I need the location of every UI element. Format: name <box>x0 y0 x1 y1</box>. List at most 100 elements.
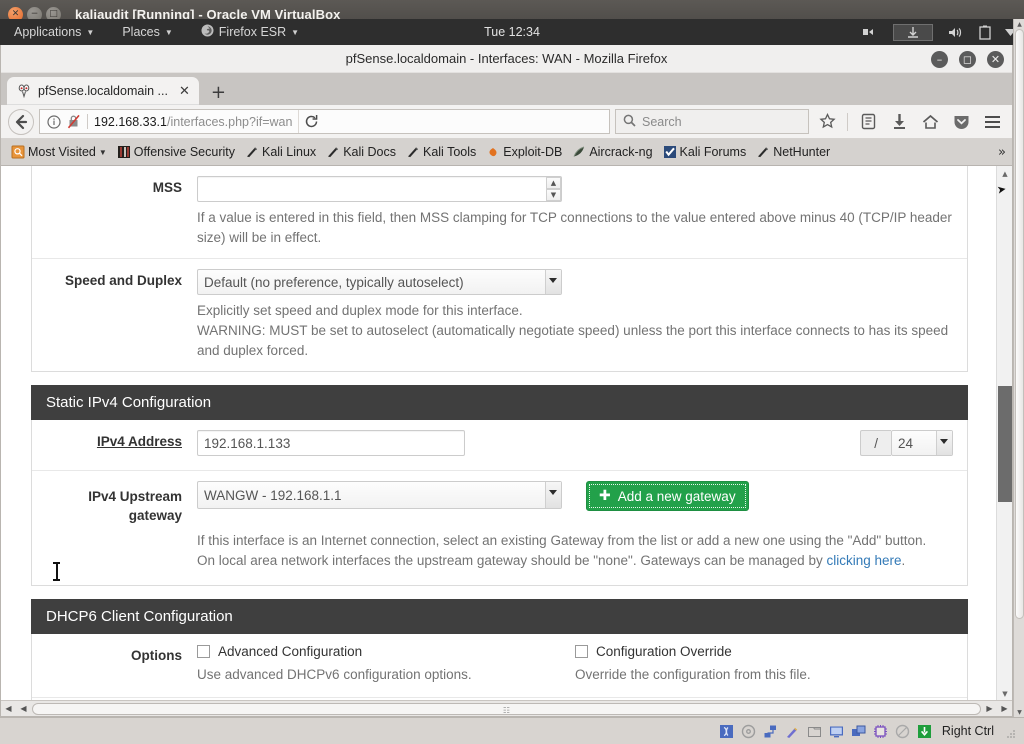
spinner-down-icon[interactable]: ▼ <box>546 189 561 201</box>
exploit-db-icon <box>486 145 500 159</box>
scroll-right-icon[interactable]: ▶ <box>982 702 997 716</box>
bookmark-star-icon[interactable] <box>814 109 840 135</box>
volume-icon[interactable] <box>947 26 965 39</box>
page-scrollbar[interactable]: ▲ ▼ <box>996 166 1012 702</box>
speed-duplex-select[interactable]: Default (no preference, typically autose… <box>197 269 562 295</box>
host-key-icon[interactable] <box>917 723 933 739</box>
offensive-security-icon <box>117 145 131 159</box>
workspace-indicator[interactable] <box>893 23 933 41</box>
gnome-system-tray <box>861 19 1016 45</box>
dhcp6-config-override-help: Override the configuration from this fil… <box>575 667 811 682</box>
plus-icon: ✚ <box>599 488 611 504</box>
battery-icon[interactable] <box>979 25 991 40</box>
search-icon <box>623 114 636 130</box>
bookmark-kali-tools[interactable]: Kali Tools <box>401 139 481 165</box>
toolbar-divider <box>847 112 848 131</box>
kali-forums-icon <box>663 145 677 159</box>
gateways-clicking-here-link[interactable]: clicking here <box>826 553 901 568</box>
dhcp6-advanced-config-checkbox-row[interactable]: Advanced Configuration <box>197 644 575 659</box>
static-ipv4-panel: Static IPv4 Configuration IPv4 Address / <box>31 385 968 586</box>
bookmarks-overflow-button[interactable]: » <box>998 145 1006 160</box>
help-line2-post: . <box>901 553 906 568</box>
firefox-close-button[interactable]: ✕ <box>987 50 1004 68</box>
horizontal-scrollbar-thumb[interactable]: ☷ <box>32 702 981 715</box>
tab-close-icon[interactable]: ✕ <box>179 84 190 99</box>
browser-tab-title: pfSense.localdomain ... <box>38 84 168 98</box>
media-icon[interactable] <box>861 26 879 38</box>
subnet-prefix-addon: / <box>860 430 891 456</box>
spinner-up-icon[interactable]: ▲ <box>546 177 561 189</box>
optical-disk-icon[interactable] <box>741 723 757 739</box>
scroll-right-edge-icon[interactable]: ▶ <box>997 702 1012 716</box>
scrollbar-grip-icon: ☷ <box>502 705 511 715</box>
hamburger-menu-icon[interactable] <box>979 109 1005 135</box>
home-icon[interactable] <box>917 109 943 135</box>
bookmark-aircrack-ng[interactable]: Aircrack-ng <box>567 139 657 165</box>
shared-folder-icon[interactable] <box>807 723 823 739</box>
pocket-icon[interactable] <box>948 109 974 135</box>
checkbox-icon[interactable] <box>197 645 210 658</box>
ipv4-gateway-label-line2: gateway <box>128 508 182 523</box>
bookmark-kali-linux[interactable]: Kali Linux <box>240 139 321 165</box>
downloads-icon[interactable] <box>886 109 912 135</box>
bookmark-kali-docs[interactable]: Kali Docs <box>321 139 401 165</box>
library-icon[interactable] <box>855 109 881 135</box>
scroll-up-icon[interactable]: ▲ <box>997 166 1012 182</box>
back-arrow-icon[interactable] <box>8 108 34 135</box>
kali-dragon-icon <box>245 145 259 159</box>
bookmark-exploit-db[interactable]: Exploit-DB <box>481 139 567 165</box>
speed-duplex-select-wrapper: Default (no preference, typically autose… <box>197 269 562 295</box>
search-bar[interactable]: Search <box>615 109 809 134</box>
mss-spinner[interactable]: ▲ ▼ <box>546 177 561 201</box>
scroll-down-icon[interactable]: ▼ <box>1014 707 1024 717</box>
cpu-icon[interactable] <box>873 723 889 739</box>
form-row-ipv4-address: IPv4 Address / 24 <box>32 420 967 471</box>
new-tab-button[interactable]: + <box>199 84 236 105</box>
firefox-minimize-button[interactable]: – <box>931 50 948 68</box>
page-info-icon[interactable] <box>47 114 61 129</box>
ipv4-gateway-select-wrapper: WANGW - 192.168.1.1 <box>197 481 562 509</box>
bookmark-most-visited[interactable]: Most Visited ▼ <box>6 139 112 165</box>
scroll-left-icon[interactable]: ◀ <box>1 702 16 716</box>
reload-icon[interactable] <box>298 110 324 133</box>
general-configuration-panel-continued: MSS ▲ ▼ If a value is entered in this fi… <box>31 166 968 372</box>
add-new-gateway-button[interactable]: ✚ Add a new gateway <box>586 481 749 511</box>
pfsense-favicon-icon <box>17 84 31 99</box>
vm-scrollbar-thumb[interactable] <box>1015 29 1024 619</box>
ipv4-gateway-help-line2: On local area network interfaces the ups… <box>197 551 953 571</box>
bookmark-nethunter[interactable]: NetHunter <box>751 139 835 165</box>
mss-input[interactable] <box>197 176 562 202</box>
ipv4-subnet-select[interactable]: 24 <box>891 430 953 456</box>
dhcp6-config-override-checkbox-row[interactable]: Configuration Override <box>575 644 953 659</box>
horizontal-scrollbar[interactable]: ◀ ◀ ☷ ▶ ▶ <box>1 700 1012 716</box>
browser-tab-pfsense[interactable]: pfSense.localdomain ... ✕ <box>7 77 199 105</box>
scroll-up-icon[interactable]: ▲ <box>1014 19 1024 29</box>
url-text: 192.168.33.1/interfaces.php?if=wan <box>94 115 292 129</box>
mouse-icon[interactable] <box>895 723 911 739</box>
scroll-left-edge-icon[interactable]: ◀ <box>16 702 31 716</box>
static-ipv4-heading: Static IPv4 Configuration <box>31 385 968 420</box>
bookmark-kali-forums[interactable]: Kali Forums <box>658 139 752 165</box>
resize-grip-icon[interactable] <box>1006 726 1016 738</box>
ipv4-gateway-select[interactable]: WANGW - 192.168.1.1 <box>197 481 562 509</box>
firefox-maximize-button[interactable]: ◻ <box>959 50 976 68</box>
vm-vertical-scrollbar[interactable]: ▲ ▼ <box>1013 19 1024 717</box>
form-row-dhcp6-options: Options Advanced Configuration Use advan… <box>32 634 967 698</box>
display-icon[interactable] <box>829 723 845 739</box>
aircrack-ng-icon <box>572 145 586 159</box>
mss-label: MSS <box>152 180 182 195</box>
search-placeholder: Search <box>642 114 682 129</box>
multi-screen-icon[interactable] <box>851 723 867 739</box>
bookmark-offensive-security[interactable]: Offensive Security <box>112 139 240 165</box>
page-scrollbar-thumb[interactable] <box>998 386 1012 502</box>
bookmark-label: Kali Linux <box>261 145 317 159</box>
network-icon[interactable] <box>763 723 779 739</box>
harddisk-icon[interactable] <box>719 723 735 739</box>
broken-lock-icon[interactable] <box>67 114 81 129</box>
firefox-window-controls: – ◻ ✕ <box>931 45 1004 73</box>
ipv4-address-input[interactable] <box>197 430 465 456</box>
url-bar[interactable]: 192.168.33.1/interfaces.php?if=wan <box>39 109 610 134</box>
checkbox-icon[interactable] <box>575 645 588 658</box>
form-row-speed-duplex: Speed and Duplex Default (no preference,… <box>32 259 967 371</box>
usb-icon[interactable] <box>785 723 801 739</box>
